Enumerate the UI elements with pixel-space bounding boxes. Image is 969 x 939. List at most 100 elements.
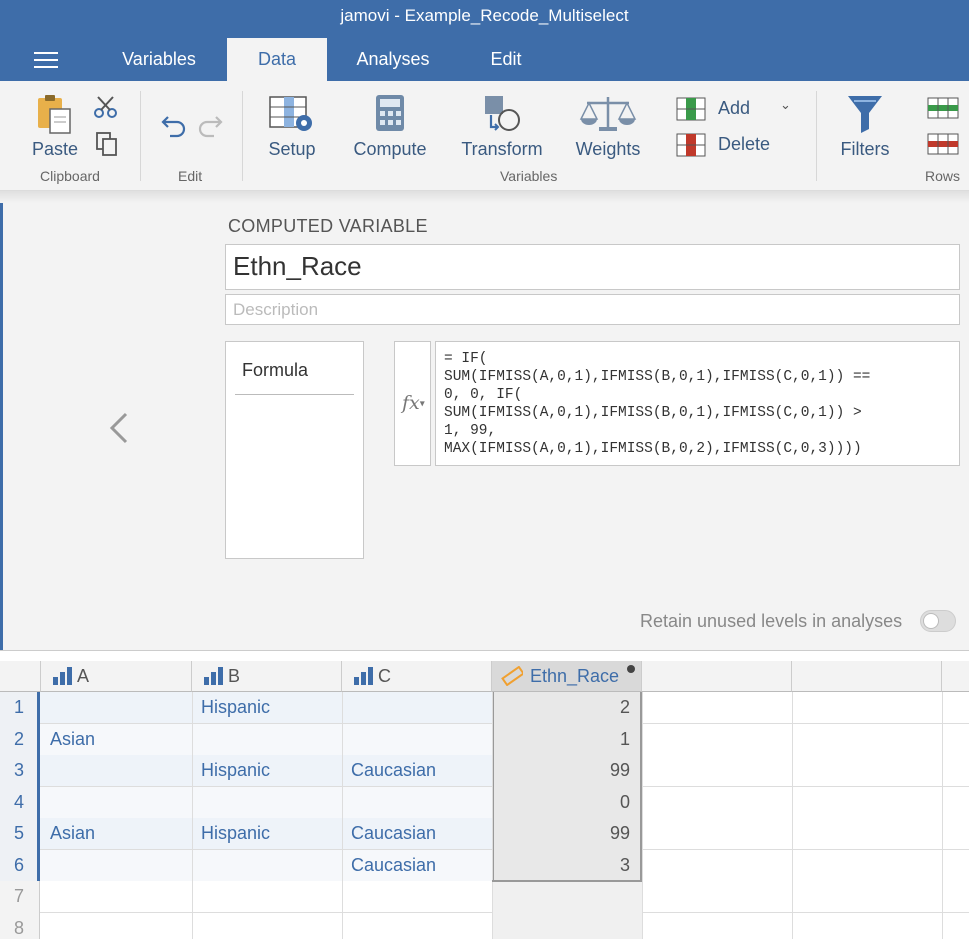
column-header-empty[interactable] [792, 661, 942, 692]
setup-icon [269, 96, 312, 131]
table-cell[interactable] [342, 724, 492, 756]
table-cell[interactable] [342, 787, 492, 819]
tab-variables[interactable]: Variables [104, 38, 214, 81]
weights-button[interactable]: Weights [566, 91, 650, 171]
row-number[interactable]: 5 [0, 818, 40, 850]
table-cell[interactable]: Caucasian [342, 755, 492, 787]
tab-edit[interactable]: Edit [470, 38, 542, 81]
row-number[interactable]: 4 [0, 787, 40, 819]
table-cell[interactable] [192, 850, 342, 882]
paste-icon [38, 95, 71, 134]
table-cell[interactable] [41, 787, 192, 819]
row-number[interactable]: 7 [0, 881, 40, 913]
row-number[interactable]: 3 [0, 755, 40, 787]
chevron-left-icon[interactable] [106, 410, 134, 446]
fx-icon: fx▾ [402, 392, 425, 414]
redo-icon[interactable] [196, 111, 224, 139]
table-cell[interactable] [41, 755, 192, 787]
column-header-empty[interactable] [942, 661, 969, 692]
row-number[interactable]: 8 [0, 913, 40, 939]
divider [342, 692, 343, 939]
table-cell[interactable] [41, 850, 192, 882]
table-cell[interactable]: Caucasian [342, 818, 492, 850]
table-cell[interactable] [41, 692, 192, 724]
calculator-icon [376, 95, 404, 131]
retain-levels-label: Retain unused levels in analyses [640, 611, 903, 631]
table-cell[interactable]: Caucasian [342, 850, 492, 882]
row-number[interactable]: 6 [0, 850, 40, 882]
column-header-a[interactable]: A [41, 661, 192, 692]
ribbon-shadow [0, 191, 969, 203]
delete-row-icon[interactable] [927, 133, 959, 155]
table-cell-computed[interactable] [492, 881, 642, 913]
formula-tab[interactable]: Formula [242, 360, 308, 381]
cut-icon[interactable] [93, 94, 119, 120]
table-cell[interactable]: Hispanic [192, 755, 342, 787]
formula-line: SUM(IFMISS(A,0,1),IFMISS(B,0,1),IFMISS(C… [444, 369, 871, 385]
table-cell[interactable] [342, 692, 492, 724]
table-cell-computed[interactable]: 0 [492, 787, 642, 819]
table-cell[interactable]: Asian [41, 724, 192, 756]
row-number[interactable]: 2 [0, 724, 40, 756]
nominal-icon [354, 667, 373, 685]
table-cell-computed[interactable]: 3 [492, 850, 642, 882]
transform-icon [485, 96, 520, 131]
compute-button[interactable]: Compute [344, 91, 436, 171]
retain-levels-toggle[interactable] [920, 610, 956, 632]
copy-icon[interactable] [95, 131, 119, 157]
description-input[interactable]: Description [225, 294, 960, 325]
filters-button[interactable]: Filters [834, 91, 896, 171]
computed-dot-icon [627, 665, 635, 673]
table-cell-computed[interactable]: 99 [492, 818, 642, 850]
column-name: C [378, 666, 391, 686]
data-spreadsheet: A B C Ethn_Race 1 Hispanic 2 2 Asian 1 3 Hispan… [0, 650, 969, 939]
weights-label: Weights [575, 139, 641, 159]
formula-input[interactable]: = IF( SUM(IFMISS(A,0,1),IFMISS(B,0,1),IF… [435, 341, 960, 466]
formula-list: Formula [225, 341, 364, 559]
add-row-icon[interactable] [927, 97, 959, 119]
table-cell-computed[interactable]: 2 [492, 692, 642, 724]
chevron-down-icon[interactable]: ⌄ [780, 97, 791, 113]
table-cell[interactable]: Asian [41, 818, 192, 850]
function-button[interactable]: fx▾ [394, 341, 431, 466]
table-cell[interactable] [192, 787, 342, 819]
tab-data[interactable]: Data [227, 38, 327, 81]
divider [235, 394, 354, 395]
formula-line: 0, 0, IF( [444, 387, 523, 403]
divider [492, 692, 493, 939]
table-cell[interactable]: Hispanic [192, 818, 342, 850]
table-cell[interactable]: Hispanic [192, 692, 342, 724]
variable-name-input[interactable]: Ethn_Race [225, 244, 960, 290]
corner-header [0, 661, 41, 692]
row-number[interactable]: 1 [0, 692, 40, 724]
column-header-c[interactable]: C [342, 661, 492, 692]
table-cell-computed[interactable]: 99 [492, 755, 642, 787]
column-header-ethn-race[interactable]: Ethn_Race [492, 661, 642, 692]
table-row [0, 881, 969, 913]
add-column-icon [676, 97, 706, 121]
rows-group-label: Rows [925, 168, 961, 184]
edit-group-label: Edit [178, 168, 203, 184]
selection-border [492, 880, 642, 882]
table-cell[interactable] [192, 724, 342, 756]
tab-analyses[interactable]: Analyses [340, 38, 446, 81]
formula-line: = IF( [444, 351, 488, 367]
table-row [0, 913, 969, 939]
paste-button[interactable]: Paste [24, 91, 86, 171]
add-variable-button[interactable]: Add ⌄ [674, 97, 798, 125]
undo-icon[interactable] [160, 111, 188, 139]
column-name: B [228, 666, 241, 686]
hamburger-menu-icon[interactable] [34, 52, 58, 70]
table-cell-computed[interactable]: 1 [492, 724, 642, 756]
setup-button[interactable]: Setup [260, 91, 324, 171]
transform-button[interactable]: Transform [452, 91, 552, 171]
column-name: Ethn_Race [530, 666, 620, 686]
delete-variable-button[interactable]: Delete [674, 133, 784, 161]
table-cell-computed[interactable] [492, 913, 642, 939]
window-title: jamovi - Example_Recode_Multiselect [340, 6, 629, 25]
column-header-b[interactable]: B [192, 661, 342, 692]
ruler-icon [501, 666, 523, 686]
column-header-empty[interactable] [642, 661, 792, 692]
filters-label: Filters [840, 139, 890, 159]
compute-label: Compute [353, 139, 427, 159]
